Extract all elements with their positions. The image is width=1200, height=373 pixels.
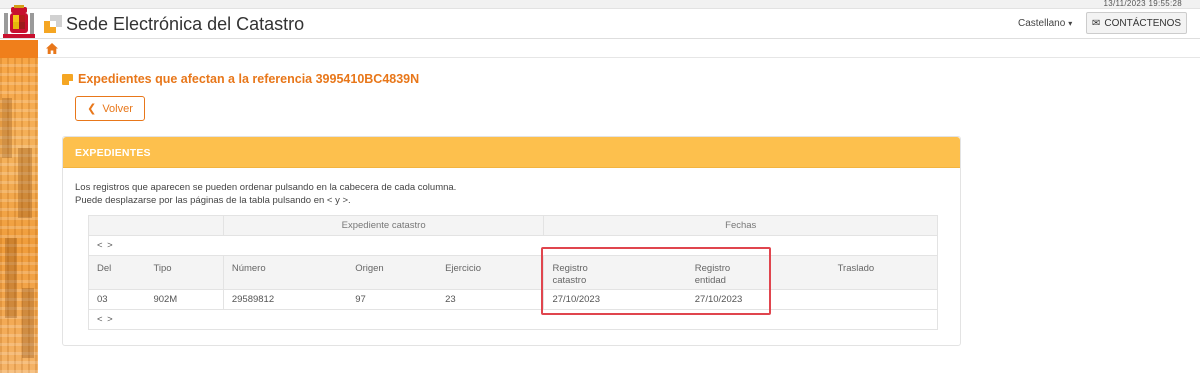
back-button[interactable]: ❮ Volver xyxy=(75,96,145,121)
header-line: entidad xyxy=(694,275,726,286)
expedientes-table: Expediente catastro Fechas < > Del Tipo … xyxy=(88,215,938,330)
pagination-controls[interactable]: < > xyxy=(97,240,114,251)
group-header-expediente: Expediente catastro xyxy=(222,215,545,236)
header-line: Registro xyxy=(552,263,588,274)
language-label: Castellano xyxy=(1018,18,1066,29)
cell-numero: 29589812 xyxy=(222,289,348,310)
site-title[interactable]: Sede Electrónica del Catastro xyxy=(66,14,304,35)
cell-ejercicio: 23 xyxy=(437,289,544,310)
column-header-registro-entidad[interactable]: Registro entidad xyxy=(686,255,830,290)
coat-of-arms-icon xyxy=(3,5,35,38)
chevron-left-icon: ❮ xyxy=(87,103,97,115)
contact-label: CONTÁCTENOS xyxy=(1104,17,1182,29)
column-header-ejercicio[interactable]: Ejercicio xyxy=(437,255,544,290)
pagination-row: < > xyxy=(88,235,938,256)
pagination-row: < > xyxy=(88,309,938,330)
header-line: catastro xyxy=(552,275,587,286)
column-header-del[interactable]: Del xyxy=(88,255,146,290)
group-header-empty xyxy=(88,215,224,236)
page-title: Expedientes que afectan a la referencia … xyxy=(78,72,420,86)
table-row: 03 902M 29589812 97 23 27/10/2023 27/10/… xyxy=(88,289,938,310)
column-header-numero[interactable]: Número xyxy=(222,255,348,290)
column-header-row: Del Tipo Número Origen Ejercicio Registr… xyxy=(88,255,938,290)
back-label: Volver xyxy=(102,102,133,115)
header-line: Registro xyxy=(694,263,731,274)
site-header: Sede Electrónica del Catastro Castellano… xyxy=(0,5,1200,39)
datetime: 13/11/2023 19:55:28 xyxy=(1103,0,1182,8)
page-title-row: Expedientes que afectan a la referencia … xyxy=(62,72,419,86)
city-banner-image xyxy=(0,58,38,373)
pagination-controls[interactable]: < > xyxy=(97,314,114,325)
envelope-icon: ✉ xyxy=(1091,17,1101,29)
caret-down-icon: ▾ xyxy=(1068,19,1073,28)
group-header-row: Expediente catastro Fechas xyxy=(88,215,938,236)
contact-button[interactable]: ✉ CONTÁCTENOS xyxy=(1086,12,1187,34)
panel-title: EXPEDIENTES xyxy=(75,147,151,159)
cell-tipo: 902M xyxy=(145,289,224,310)
catastro-logo-icon xyxy=(44,15,62,33)
panel-header: EXPEDIENTES xyxy=(63,137,960,168)
column-header-tipo[interactable]: Tipo xyxy=(145,255,224,290)
cell-traslado xyxy=(829,289,938,310)
breadcrumb xyxy=(38,40,1200,58)
column-header-traslado[interactable]: Traslado xyxy=(829,255,938,290)
panel-info: Los registros que aparecen se pueden ord… xyxy=(75,181,456,207)
info-line: Puede desplazarse por las páginas de la … xyxy=(75,195,351,206)
expedientes-panel: EXPEDIENTES Los registros que aparecen s… xyxy=(62,136,961,346)
info-line: Los registros que aparecen se pueden ord… xyxy=(75,182,457,193)
language-selector[interactable]: Castellano ▾ xyxy=(1018,18,1072,29)
cell-registro-entidad: 27/10/2023 xyxy=(686,289,830,310)
home-icon[interactable] xyxy=(46,43,58,54)
cell-origen: 97 xyxy=(347,289,438,310)
column-header-origen[interactable]: Origen xyxy=(347,255,438,290)
document-icon xyxy=(62,73,73,85)
left-orange-block xyxy=(0,40,38,58)
group-header-fechas: Fechas xyxy=(543,215,938,236)
cell-registro-catastro: 27/10/2023 xyxy=(543,289,687,310)
column-header-registro-catastro[interactable]: Registro catastro xyxy=(543,255,687,290)
top-status-bar: 13/11/2023 19:55:28 xyxy=(0,0,1200,9)
cell-del: 03 xyxy=(88,289,146,310)
